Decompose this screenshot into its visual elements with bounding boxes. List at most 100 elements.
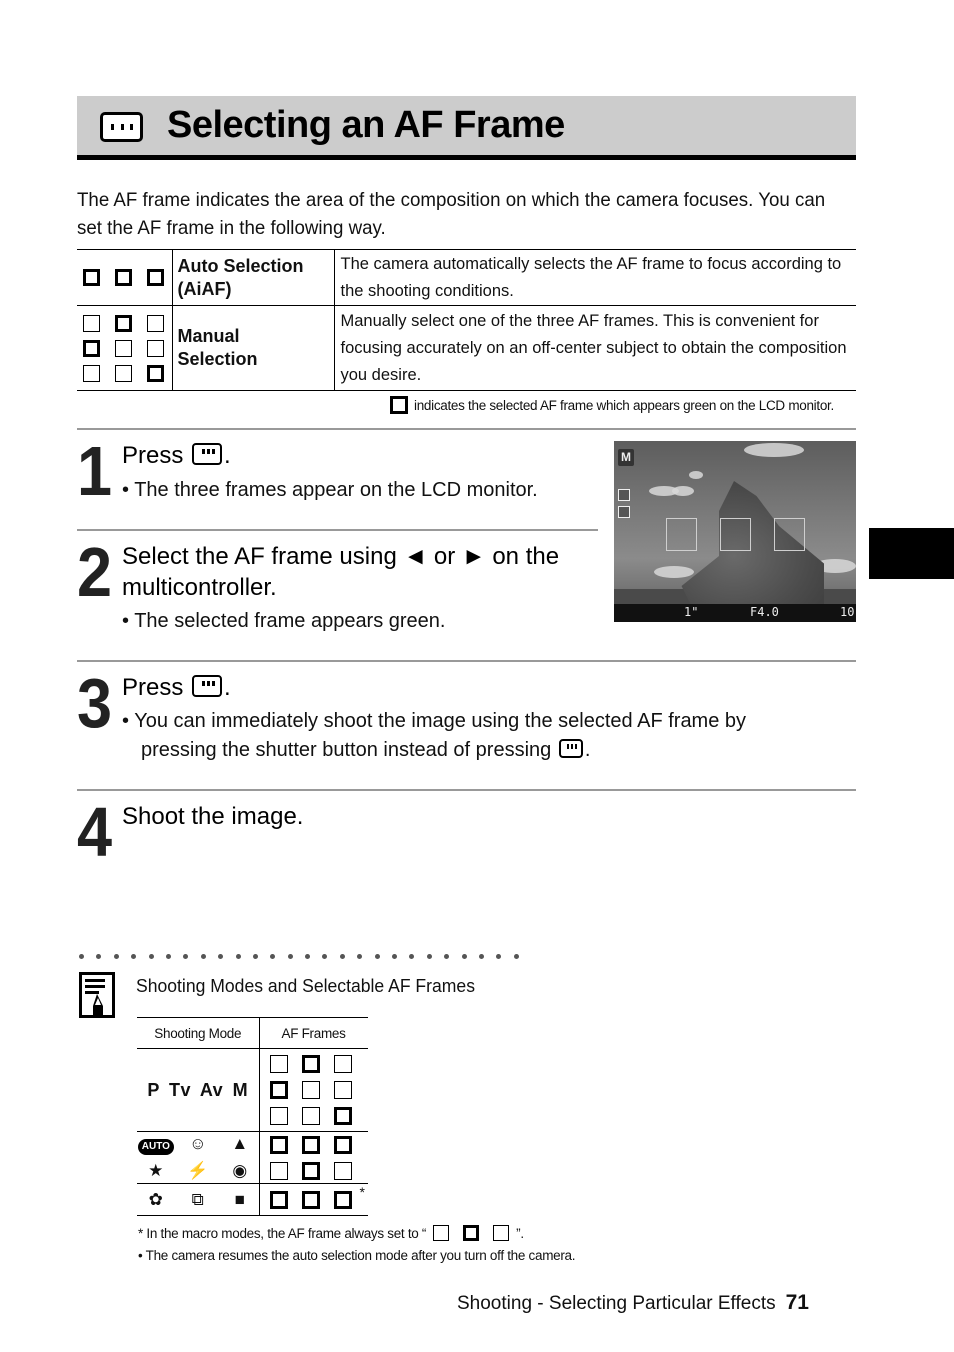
aperture: F4.0	[750, 605, 779, 619]
step-title-text: .	[224, 442, 231, 469]
table-row: Manual Selection Manually select one of …	[77, 305, 856, 391]
lcd-monitor-preview: M 1" F4.0 10	[614, 441, 856, 622]
af-frame-icon	[333, 1055, 352, 1073]
af-frame-selected-icon	[463, 1225, 480, 1241]
af-frames-manual-icon	[269, 1055, 369, 1125]
movie-icon: ■	[234, 1189, 245, 1209]
step-bullet: • The three frames appear on the LCD mon…	[122, 479, 538, 501]
af-frame-icon	[115, 339, 132, 357]
af-frame-button-icon	[192, 443, 223, 465]
af-frame-right	[774, 518, 805, 551]
af-frame-icon	[147, 339, 164, 357]
shooting-mode-cell: ✿ ⧉ ■	[137, 1183, 260, 1216]
af-frame-icon	[301, 1081, 320, 1099]
af-frame-icon	[333, 1161, 352, 1180]
legend-text: indicates the selected AF frame which ap…	[414, 397, 834, 413]
step-bullet-text: .	[584, 739, 591, 761]
af-frame-icon	[83, 314, 100, 332]
step-bullet-line: • You can immediately shoot the image us…	[122, 710, 747, 732]
af-frame-icon	[333, 1081, 352, 1099]
table-row: P Tv Av M	[137, 1048, 369, 1132]
divider	[77, 660, 856, 662]
memo-pencil-icon	[79, 972, 115, 1018]
af-frames-auto-icon	[269, 1135, 369, 1180]
column-header: Shooting Mode	[137, 1017, 260, 1049]
auto-label: AUTO	[137, 1139, 174, 1155]
shooting-mode-cell: AUTO ☺ ▲ ★ ⚡ ◉	[137, 1131, 260, 1184]
af-frame-icon	[493, 1225, 510, 1241]
af-frame-icon	[269, 1161, 288, 1180]
cloud	[744, 443, 804, 457]
step-title-text: Press	[122, 442, 184, 469]
section-name: Shooting - Selecting Particular Effects	[457, 1293, 776, 1314]
af-frames-cell	[259, 1131, 369, 1184]
intro-text: The AF frame indicates the area of the c…	[77, 189, 826, 239]
dotted-separator	[79, 954, 519, 959]
af-frame-mode-icon	[618, 489, 630, 501]
footnote-macro: * In the macro modes, the AF frame alway…	[138, 1225, 524, 1241]
footnote-auto-resume: • The camera resumes the auto selection …	[138, 1248, 576, 1263]
footnote-text: * In the macro modes, the AF frame alway…	[138, 1225, 427, 1241]
macro-icon: ✿	[148, 1189, 163, 1209]
page-number: 71	[785, 1291, 809, 1314]
table-row: Auto Selection (AiAF) The camera automat…	[77, 249, 856, 306]
column-header: AF Frames	[259, 1017, 368, 1049]
shooting-mode-cell: P Tv Av M	[137, 1048, 260, 1132]
sports-icon: ⚡	[187, 1161, 209, 1180]
step-title: Select the AF frame using ◄ or ► on the …	[122, 541, 559, 603]
af-frames-cell	[259, 1048, 369, 1132]
night-scene-icon: ★	[148, 1161, 164, 1180]
af-frame-selected-icon	[147, 269, 164, 286]
af-frame-selected-icon	[115, 314, 132, 332]
af-frame-selected-icon	[301, 1161, 320, 1180]
step-title-text: Press	[122, 674, 184, 701]
divider	[77, 428, 856, 430]
dog-subject	[681, 481, 824, 622]
step-title: Shoot the image.	[122, 803, 304, 830]
step-number: 1	[77, 432, 113, 510]
divider	[77, 529, 598, 531]
shots-remaining: 10	[840, 605, 855, 619]
af-frames-cell	[77, 305, 173, 391]
step-title-text: multicontroller.	[122, 574, 277, 601]
step-bullet-text: pressing the shutter button instead of p…	[141, 739, 552, 761]
af-frame-selected-icon	[333, 1107, 352, 1125]
mode-name: Auto Selection (AiAF)	[172, 249, 335, 306]
table-header-row: Shooting Mode AF Frames	[137, 1017, 368, 1049]
af-frames-auto-icon	[269, 1190, 369, 1209]
memo-title: Shooting Modes and Selectable AF Frames	[136, 975, 476, 996]
af-frame-icon	[269, 1055, 288, 1073]
af-frame-selected-icon	[301, 1055, 320, 1073]
af-frame-selected-icon	[333, 1135, 352, 1154]
af-modes-table: Auto Selection (AiAF) The camera automat…	[77, 249, 856, 391]
af-frame-selected-icon	[83, 339, 100, 357]
af-frame-center	[720, 518, 751, 551]
af-frame-selected-icon	[269, 1081, 288, 1099]
stitch-assist-icon: ⧉	[191, 1189, 204, 1209]
step-number: 2	[77, 533, 113, 611]
mode-description: Manually select one of the three AF fram…	[334, 305, 856, 391]
af-frame-selected-icon	[301, 1190, 320, 1209]
step-bullet-line: pressing the shutter button instead of p…	[122, 736, 746, 765]
af-frame-selected-icon	[390, 396, 408, 414]
portrait-icon: ☺	[189, 1134, 207, 1153]
af-frame-selected-icon	[269, 1135, 288, 1154]
asterisk-marker: *	[359, 1184, 365, 1200]
auto-mode-icon: AUTO	[137, 1134, 174, 1155]
af-frame-selected-icon	[333, 1190, 352, 1209]
step-title-text: Select the AF frame using ◄ or ► on the	[122, 543, 560, 570]
mode-name-line: Auto Selection	[177, 255, 304, 276]
creative-modes-text: P Tv Av M	[147, 1079, 249, 1100]
step-number: 3	[77, 664, 113, 742]
legend-note: indicates the selected AF frame which ap…	[390, 396, 834, 414]
cloud	[672, 486, 694, 496]
divider	[77, 789, 856, 791]
step-bullet: • The selected frame appears green.	[122, 610, 446, 632]
step-title-text: .	[224, 674, 231, 701]
metering-icon	[618, 506, 630, 518]
cloud	[654, 566, 694, 578]
af-frame-button-icon	[192, 675, 223, 697]
shooting-modes-table: Shooting Mode AF Frames P Tv Av M AUTO ☺	[137, 1017, 368, 1216]
step-bullet: • You can immediately shoot the image us…	[122, 707, 746, 765]
page-footer: Shooting - Selecting Particular Effects 7…	[457, 1291, 809, 1315]
